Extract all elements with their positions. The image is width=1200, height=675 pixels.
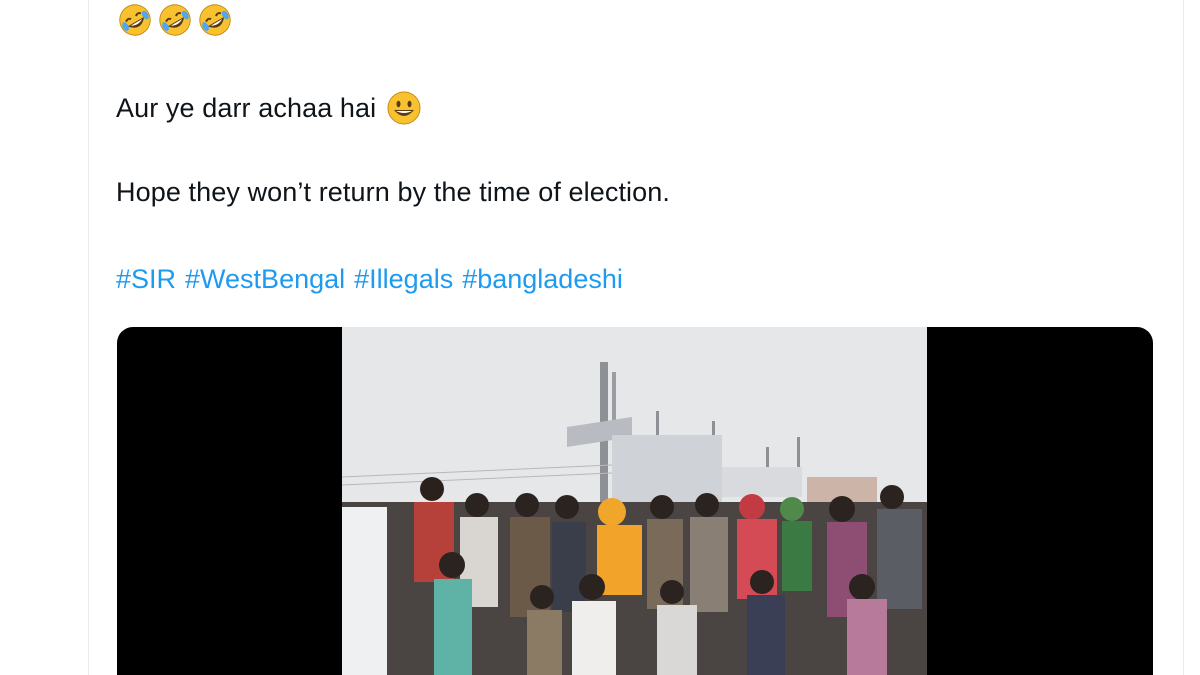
tweet-text-line-1: Aur ye darr achaa hai (116, 90, 422, 126)
tweet-text-line-1-label: Aur ye darr achaa hai (116, 92, 377, 123)
crowd-scene-image (342, 327, 927, 675)
tweet-text-line-2: Hope they won’t return by the time of el… (116, 177, 670, 207)
hashtag-link[interactable]: #WestBengal (185, 264, 345, 295)
emoji-row (116, 0, 234, 40)
tweet-video-player[interactable] (117, 327, 1153, 675)
rolling-on-floor-laughing-icon (119, 4, 151, 36)
grinning-face-icon (387, 91, 421, 125)
rolling-on-floor-laughing-icon (199, 4, 231, 36)
tweet-page: Aur ye darr achaa hai Hope they won’t re… (0, 0, 1200, 675)
hashtag-link[interactable]: #bangladeshi (462, 264, 623, 295)
hashtag-row: #SIR #WestBengal #Illegals #bangladeshi (116, 264, 623, 295)
hashtag-link[interactable]: #Illegals (354, 264, 453, 295)
video-thumbnail (342, 327, 927, 675)
hashtag-link[interactable]: #SIR (116, 264, 176, 295)
rolling-on-floor-laughing-icon (159, 4, 191, 36)
